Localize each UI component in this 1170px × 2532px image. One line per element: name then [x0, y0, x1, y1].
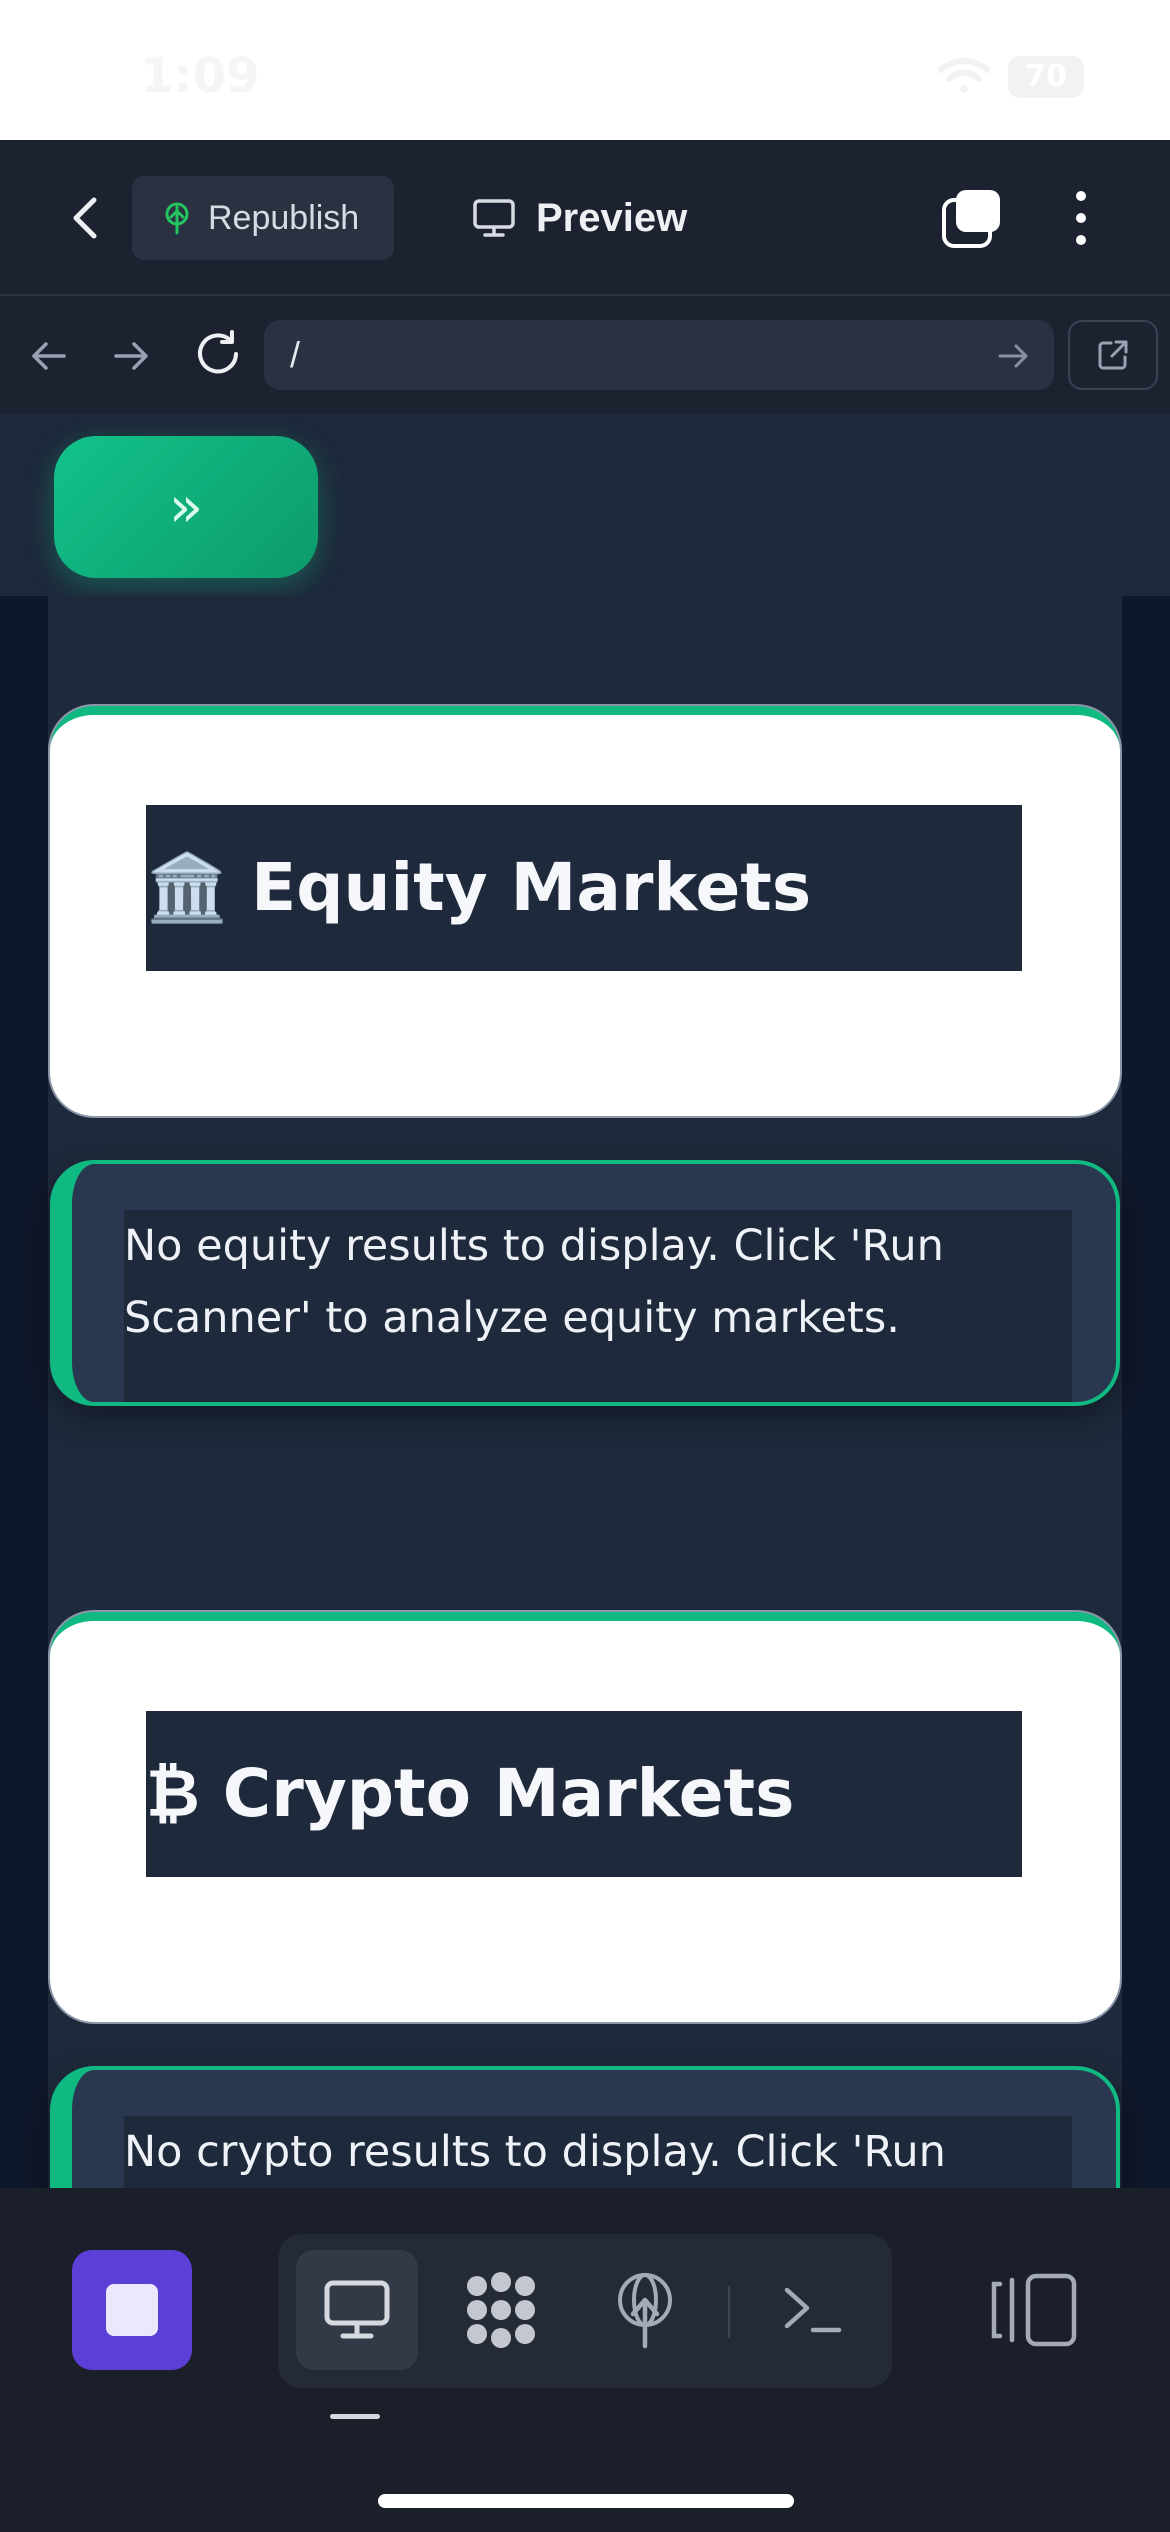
active-tab-indicator — [330, 2414, 380, 2419]
main-content: 🏛️ Equity Markets No equity results to d… — [48, 596, 1122, 2188]
reload-icon[interactable] — [190, 326, 246, 382]
stop-icon — [106, 2284, 158, 2336]
tab-desktop[interactable] — [296, 2250, 418, 2370]
crypto-markets-heading: ₿ Crypto Markets — [146, 1711, 1022, 1877]
battery-indicator: 70 — [1008, 56, 1084, 98]
preview-label: Preview — [536, 195, 688, 240]
tab-divider — [728, 2286, 730, 2338]
arrow-left-icon[interactable] — [24, 332, 72, 380]
stop-button[interactable] — [72, 2250, 192, 2370]
app-header: » — [0, 414, 1170, 596]
desktop-icon — [324, 2280, 390, 2339]
tab-deploy[interactable] — [584, 2250, 706, 2370]
go-arrow-icon[interactable] — [996, 338, 1032, 374]
deploy-icon — [165, 202, 189, 235]
double-chevron-right-icon: » — [168, 474, 204, 540]
monitor-icon — [473, 199, 515, 237]
tab-terminal[interactable] — [752, 2250, 874, 2370]
agent-icon — [467, 2272, 535, 2348]
equity-markets-card: 🏛️ Equity Markets — [50, 706, 1120, 1116]
republish-button[interactable]: Republish — [132, 176, 394, 260]
sidebar-toggle-button[interactable]: » — [54, 436, 318, 578]
open-external-button[interactable] — [1068, 320, 1158, 390]
url-bar: / — [0, 296, 1170, 414]
equity-info-alert: No equity results to display. Click 'Run… — [50, 1160, 1120, 1406]
crypto-empty-message: No crypto results to display. Click 'Run — [124, 2127, 946, 2177]
panel-layout-icon[interactable] — [990, 2270, 1080, 2350]
status-bar: 1:09 70 — [0, 0, 1170, 140]
tab-agent[interactable] — [440, 2250, 562, 2370]
republish-label: Republish — [208, 198, 360, 237]
crypto-markets-card: ₿ Crypto Markets — [50, 1612, 1120, 2022]
equity-empty-message: No equity results to display. Click 'Run… — [124, 1221, 944, 1343]
app-preview: » 🏛️ Equity Markets No equity results to… — [0, 414, 1170, 2188]
home-indicator[interactable] — [378, 2494, 794, 2508]
editor-toolbar: Republish Preview — [0, 140, 1170, 296]
external-link-icon — [1098, 340, 1128, 370]
crypto-info-alert: No crypto results to display. Click 'Run — [50, 2066, 1120, 2188]
more-vertical-icon[interactable] — [1062, 186, 1100, 250]
equity-markets-heading: 🏛️ Equity Markets — [146, 805, 1022, 971]
windows-icon[interactable] — [940, 188, 1002, 250]
bottom-navigation — [0, 2188, 1170, 2532]
arrow-right-icon[interactable] — [108, 332, 156, 380]
deploy-icon — [618, 2273, 672, 2349]
url-input[interactable]: / — [264, 320, 1054, 390]
workspace-tabs — [278, 2234, 892, 2388]
back-chevron-icon[interactable] — [56, 188, 116, 248]
preview-tab[interactable]: Preview — [472, 176, 687, 260]
wifi-icon — [938, 58, 990, 93]
terminal-icon — [784, 2287, 842, 2333]
alert-content: No equity results to display. Click 'Run… — [124, 1210, 1072, 1402]
alert-content: No crypto results to display. Click 'Run — [124, 2116, 1072, 2188]
status-time: 1:09 — [140, 48, 260, 104]
